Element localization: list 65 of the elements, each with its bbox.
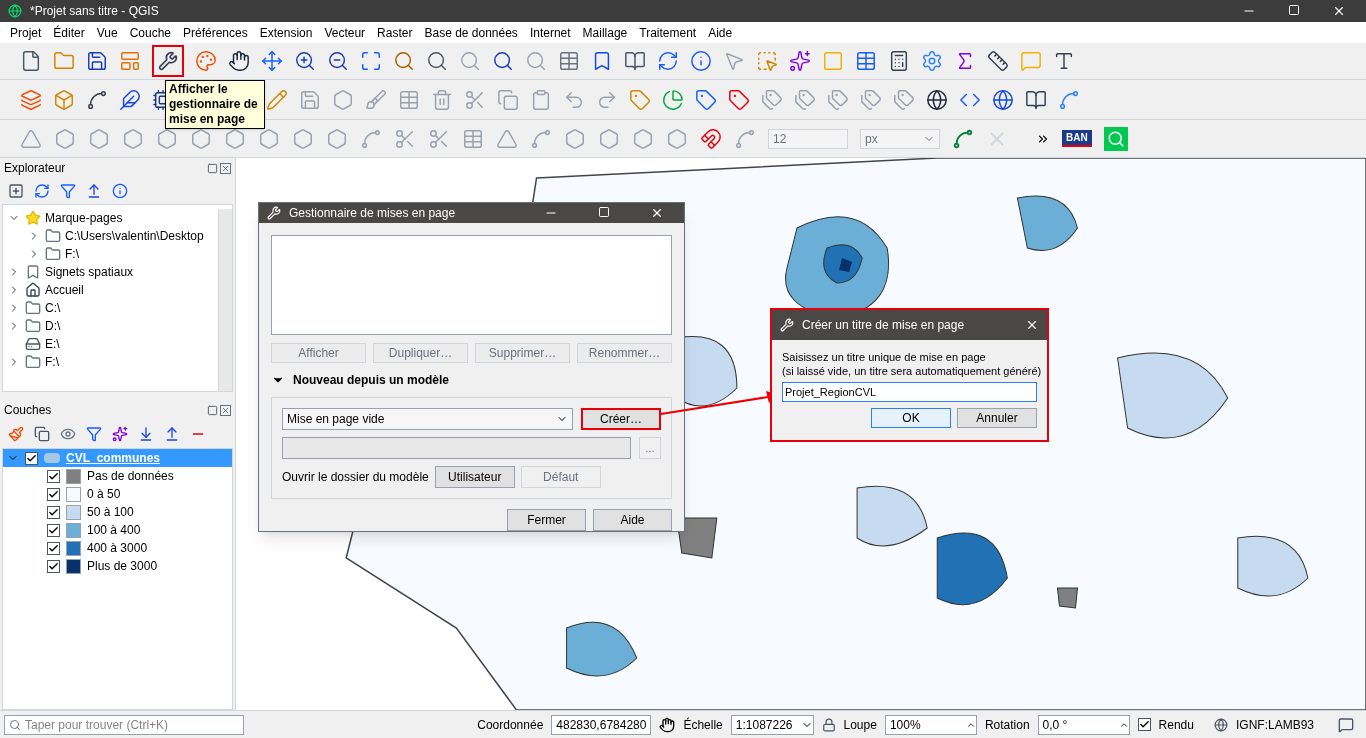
legend-label: 400 à 3000 xyxy=(87,540,148,557)
tree-item[interactable]: Marque-pages xyxy=(45,209,123,227)
dialog-button[interactable]: Fermer xyxy=(507,509,586,531)
tree-item[interactable]: F:\ xyxy=(45,353,59,371)
folder-button[interactable]: Utilisateur xyxy=(434,466,515,488)
magnifier-spinbox[interactable]: 100% xyxy=(884,714,977,735)
rotation-spinbox[interactable]: 0,0 ° xyxy=(1037,714,1130,735)
tree-item[interactable]: Accueil xyxy=(45,281,84,299)
coordinate-field[interactable]: 482830,6784280 xyxy=(551,714,652,735)
legend-row[interactable]: 0 à 50 xyxy=(3,485,232,503)
scale-field[interactable]: 1:1087226 xyxy=(730,714,814,735)
search-field[interactable]: Taper pour trouver (Ctrl+K) xyxy=(4,714,244,735)
legend-label: Plus de 3000 xyxy=(87,558,158,575)
title-input[interactable]: Projet_RegionCVL xyxy=(782,382,1037,402)
tree-item[interactable]: F:\ xyxy=(65,245,79,263)
legend-row[interactable]: Plus de 3000 xyxy=(3,557,232,575)
rotation-label: Rotation xyxy=(984,716,1030,734)
tree-item[interactable]: E:\ xyxy=(45,335,60,353)
coordinate-label: Coordonnée xyxy=(477,716,544,734)
tolerance-spinbox[interactable]: 12 xyxy=(768,128,848,149)
folder-label: Ouvrir le dossier du modèle xyxy=(282,469,429,486)
menu-item[interactable]: Vue xyxy=(96,23,118,42)
legend-row[interactable]: Pas de données xyxy=(3,467,232,485)
menu-item[interactable]: Base de données xyxy=(424,23,518,42)
dialog-button[interactable]: Annuler xyxy=(957,408,1037,428)
menu-item[interactable]: Préférences xyxy=(183,23,248,42)
create-button[interactable]: Créer… xyxy=(581,408,661,430)
menu-item[interactable]: Maillage xyxy=(582,23,628,42)
tree-item[interactable]: Signets spatiaux xyxy=(45,263,134,281)
tooltip: Afficher le gestionnaire de mise en page xyxy=(165,80,265,129)
menu-item[interactable]: Vecteur xyxy=(324,23,366,42)
section-title: Nouveau depuis un modèle xyxy=(293,372,450,389)
unit-dropdown[interactable]: px xyxy=(860,128,940,149)
legend-label: 50 à 100 xyxy=(87,504,134,521)
dialog-title: Gestionnaire de mises en page xyxy=(289,205,456,222)
tree-item[interactable]: C:\ xyxy=(45,299,61,317)
legend-label: Pas de données xyxy=(87,468,174,485)
legend-label: 100 à 400 xyxy=(87,522,141,539)
window-title: *Projet sans titre - QGIS xyxy=(30,3,159,20)
legend-row[interactable]: 50 à 100 xyxy=(3,503,232,521)
menu-item[interactable]: Projet xyxy=(10,23,42,42)
magnifier-label: Loupe xyxy=(843,716,877,734)
tree-item[interactable]: D:\ xyxy=(45,317,61,335)
browse-button[interactable]: … xyxy=(639,437,661,459)
menu-item[interactable]: Internet xyxy=(529,23,571,42)
legend-row[interactable]: 100 à 400 xyxy=(3,521,232,539)
tree-item[interactable]: C:\Users\valentin\Desktop xyxy=(65,227,204,245)
template-dropdown[interactable]: Mise en page vide xyxy=(282,408,573,430)
legend-row[interactable]: 400 à 3000 xyxy=(3,539,232,557)
menu-item[interactable]: Extension xyxy=(259,23,313,42)
ban-badge[interactable]: BAN xyxy=(1062,130,1092,147)
panel-title: Couches xyxy=(4,402,52,419)
dialog-title: Créer un titre de mise en page xyxy=(802,317,965,334)
dialog-button[interactable]: OK xyxy=(871,408,951,428)
menu-item[interactable]: Traitement xyxy=(639,23,697,42)
render-label: Rendu xyxy=(1158,716,1194,734)
scale-label: Échelle xyxy=(683,716,723,734)
panel-title: Explorateur xyxy=(4,160,66,177)
dialog-button[interactable]: Aide xyxy=(593,509,672,531)
menu-item[interactable]: Éditer xyxy=(53,23,85,42)
legend-label: 0 à 50 xyxy=(87,486,121,503)
menu-item[interactable]: Raster xyxy=(377,23,413,42)
crs-button[interactable]: IGNF:LAMB93 xyxy=(1235,715,1314,734)
menu-item[interactable]: Couche xyxy=(129,23,171,42)
menu-item[interactable]: Aide xyxy=(708,23,733,42)
